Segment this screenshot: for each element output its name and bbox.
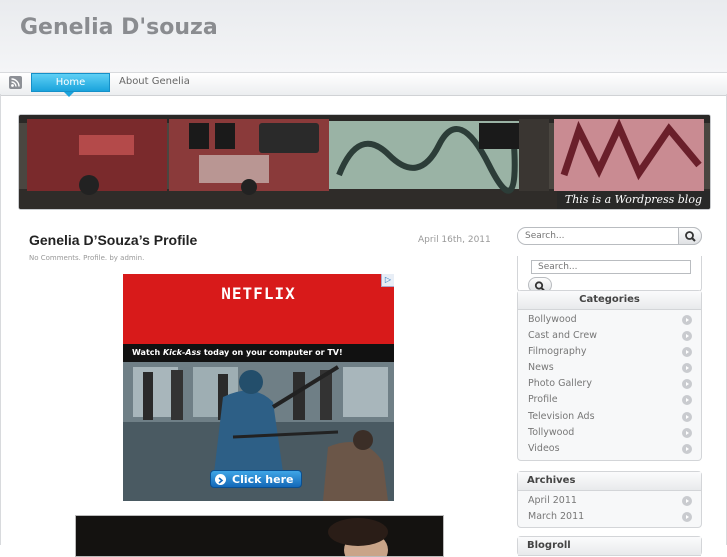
sidebar-search-input[interactable] xyxy=(531,260,691,274)
archive-item[interactable]: March 2011 xyxy=(518,509,701,525)
category-label: Television Ads xyxy=(528,410,595,422)
category-item[interactable]: Videos xyxy=(518,441,701,457)
chevron-right-icon xyxy=(682,411,692,422)
play-arrow-icon xyxy=(215,474,226,485)
top-search-input[interactable] xyxy=(525,230,675,242)
categories-list: Bollywood Cast and Crew Filmography News… xyxy=(518,310,701,457)
top-search-button[interactable] xyxy=(678,227,702,245)
archives-list: April 2011 March 2011 xyxy=(518,491,701,525)
netflix-logo: NETFLIX xyxy=(221,284,296,303)
nav-home[interactable]: Home xyxy=(31,73,110,92)
category-item[interactable]: Filmography xyxy=(518,344,701,360)
chevron-right-icon xyxy=(682,427,692,438)
post-title[interactable]: Genelia D’Souza’s Profile xyxy=(29,232,197,248)
category-item[interactable]: Photo Gallery xyxy=(518,376,701,392)
categories-heading: Categories xyxy=(518,291,701,310)
category-label: Filmography xyxy=(528,346,587,358)
site-title[interactable]: Genelia D'souza xyxy=(20,15,218,40)
ad-tagline-suffix: today on your computer or TV! xyxy=(201,348,343,357)
chevron-right-icon xyxy=(682,395,692,406)
chevron-right-icon xyxy=(682,331,692,342)
ad-tagline: Watch Kick-Ass today on your computer or… xyxy=(123,344,394,362)
ad-button-label: Click here xyxy=(232,473,294,486)
category-label: Tollywood xyxy=(528,426,575,438)
chevron-right-icon xyxy=(682,512,692,523)
header: Genelia D'souza xyxy=(0,0,727,72)
archive-item[interactable]: April 2011 xyxy=(518,493,701,509)
top-search-box xyxy=(517,227,702,245)
chevron-right-icon xyxy=(682,315,692,325)
post-meta[interactable]: No Comments. Profile. by admin. xyxy=(29,254,144,262)
nav-about-genelia[interactable]: About Genelia xyxy=(119,73,190,92)
category-item[interactable]: News xyxy=(518,360,701,376)
search-icon xyxy=(685,231,696,242)
ad-tagline-movie: Kick-Ass xyxy=(162,348,202,357)
category-label: Cast and Crew xyxy=(528,330,597,342)
chevron-right-icon xyxy=(682,363,692,374)
blogroll-widget: Blogroll xyxy=(517,536,702,556)
chevron-right-icon xyxy=(682,496,692,506)
site-tagline: This is a Wordpress blog xyxy=(556,191,710,209)
ad-tagline-prefix: Watch xyxy=(132,348,163,357)
category-label: News xyxy=(528,362,554,374)
category-item[interactable]: Bollywood xyxy=(518,312,701,328)
archive-label: March 2011 xyxy=(528,511,585,523)
post-date: April 16th, 2011 xyxy=(418,235,491,245)
category-label: Photo Gallery xyxy=(528,378,592,390)
category-item[interactable]: Tollywood xyxy=(518,425,701,441)
chevron-right-icon xyxy=(682,347,692,358)
ad-click-here-button[interactable]: Click here xyxy=(210,470,302,488)
archives-heading: Archives xyxy=(518,472,701,491)
category-label: Bollywood xyxy=(528,314,577,325)
category-item[interactable]: Television Ads xyxy=(518,409,701,425)
categories-widget: Categories Bollywood Cast and Crew Filmo… xyxy=(517,290,702,461)
advertisement[interactable]: NETFLIX ▷ Watch Kick-Ass today on your c… xyxy=(123,274,394,501)
category-label: Videos xyxy=(528,442,560,454)
header-banner: This is a Wordpress blog xyxy=(18,114,711,210)
nav-bar: Home About Genelia xyxy=(0,72,727,97)
rss-icon[interactable] xyxy=(9,76,22,89)
post-photo xyxy=(75,515,444,557)
archive-label: April 2011 xyxy=(528,495,577,506)
chevron-right-icon xyxy=(682,443,692,454)
category-item[interactable]: Profile xyxy=(518,392,701,408)
archives-widget: Archives April 2011 March 2011 xyxy=(517,471,702,528)
category-label: Profile xyxy=(528,394,558,406)
search-widget xyxy=(517,256,702,293)
chevron-right-icon xyxy=(682,379,692,390)
adchoices-icon[interactable]: ▷ xyxy=(381,274,394,287)
category-item[interactable]: Cast and Crew xyxy=(518,328,701,344)
ad-header: NETFLIX xyxy=(123,274,394,344)
blogroll-heading: Blogroll xyxy=(518,537,701,556)
